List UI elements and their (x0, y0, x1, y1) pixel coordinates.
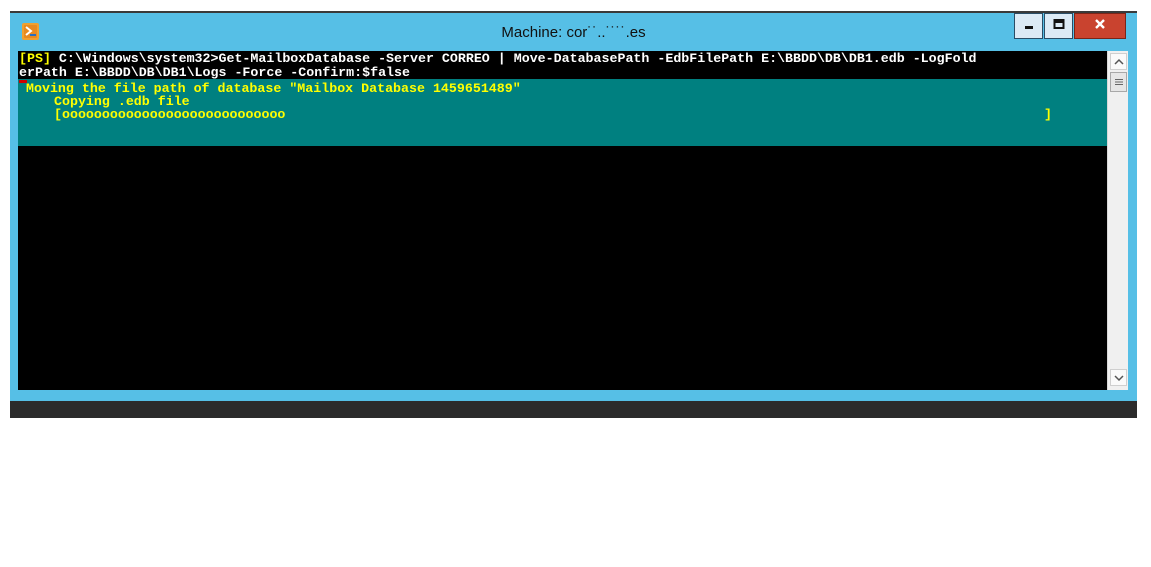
powershell-window: Machine: cor˙˙..˙˙˙˙.es [PS] C:\Windows\… (10, 11, 1137, 418)
scroll-thumb[interactable] (1110, 72, 1127, 92)
command-line-1: [PS] C:\Windows\system32>Get-MailboxData… (18, 51, 1107, 65)
grip-icon (1114, 73, 1123, 91)
command-line-2: erPath E:\BBDD\DB\DB1\Logs -Force -Confi… (19, 65, 410, 80)
maximize-icon (1053, 17, 1065, 35)
prompt-prefix: [PS] (19, 51, 51, 66)
console-output[interactable]: [PS] C:\Windows\system32>Get-MailboxData… (18, 51, 1107, 390)
title-bar[interactable]: Machine: cor˙˙..˙˙˙˙.es (10, 13, 1137, 51)
scroll-down-button[interactable] (1110, 369, 1127, 386)
minimize-button[interactable] (1014, 13, 1043, 39)
progress-panel: Moving the file path of database "Mailbo… (18, 79, 1107, 146)
status-strip (10, 401, 1137, 418)
minimize-icon (1023, 17, 1035, 35)
command-text-1: C:\Windows\system32>Get-MailboxDatabase … (50, 51, 977, 66)
close-button[interactable] (1074, 13, 1126, 39)
progress-bar-fill: [oooooooooooooooooooooooooooo (54, 107, 286, 122)
chevron-up-icon (1113, 53, 1124, 71)
chevron-down-icon (1113, 369, 1124, 387)
window-title: Machine: cor˙˙..˙˙˙˙.es (501, 24, 646, 41)
vertical-scrollbar[interactable] (1107, 51, 1128, 390)
progress-bar-end: ] (1044, 107, 1052, 122)
maximize-button[interactable] (1044, 13, 1073, 39)
close-icon (1094, 17, 1106, 35)
scroll-up-button[interactable] (1110, 53, 1127, 70)
